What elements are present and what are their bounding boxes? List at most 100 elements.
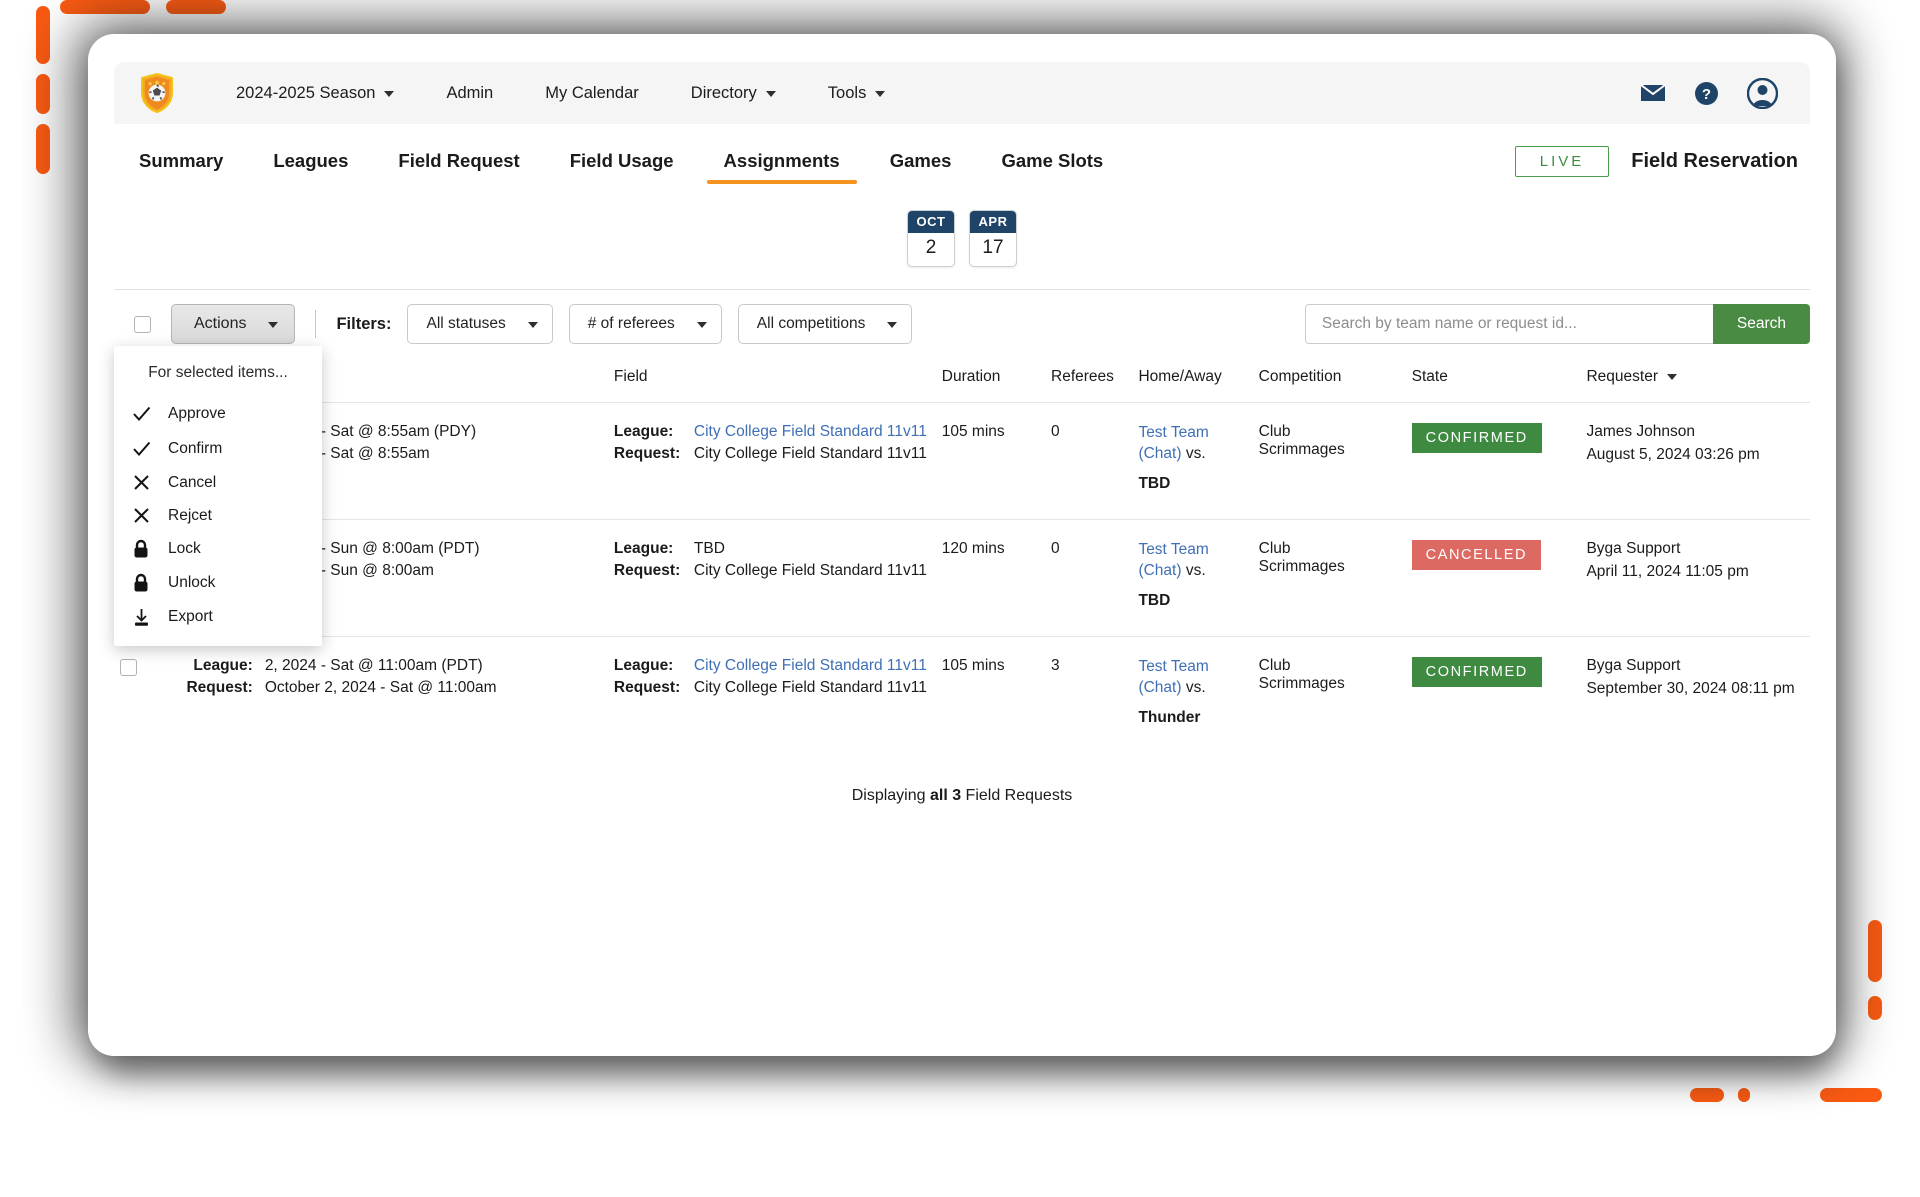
tab-field-request[interactable]: Field Request [373, 124, 544, 198]
tab-game-slots[interactable]: Game Slots [976, 124, 1128, 198]
nav-season[interactable]: 2024-2025 Season [210, 84, 420, 103]
col-header-referees[interactable]: Referees [1045, 358, 1132, 403]
filter-competitions-label: All competitions [756, 315, 866, 332]
row-state-cell: CONFIRMED [1405, 402, 1581, 520]
app-window: 2024-2025 Season Admin My Calendar Direc… [88, 34, 1836, 1056]
menu-item-unlock[interactable]: Unlock [114, 566, 322, 600]
menu-item-confirm[interactable]: Confirm [114, 431, 322, 466]
row-referees: 0 [1045, 402, 1133, 520]
tab-field-usage[interactable]: Field Usage [545, 124, 699, 198]
table-row[interactable]: League:6, 2024 - Sat @ 8:55am (PDY)Reque… [114, 402, 1810, 520]
field-league-link[interactable]: City College Field Standard 11v11 [694, 657, 927, 674]
deco-dash [60, 0, 150, 14]
home-team-link[interactable]: Test Team (Chat) vs. [1138, 657, 1246, 699]
menu-item-export-label: Export [168, 608, 213, 625]
col-header-field[interactable]: Field [608, 358, 936, 403]
field-request-label: Request: [613, 561, 681, 579]
date-chip-end[interactable]: APR 17 [969, 210, 1017, 267]
page-title: Field Reservation [1631, 149, 1798, 172]
field-request-value: City College Field Standard 11v11 [693, 561, 927, 579]
home-team-link[interactable]: Test Team (Chat) vs. [1138, 423, 1246, 465]
requester-name: Byga Support [1586, 656, 1681, 674]
table-body: League:6, 2024 - Sat @ 8:55am (PDY)Reque… [114, 402, 1810, 753]
col-header-home-away[interactable]: Home/Away [1132, 358, 1252, 403]
account-icon[interactable] [1747, 77, 1778, 109]
table-row[interactable]: League: 2, 2024 - Sat @ 11:00am (PDT) Requ… [114, 635, 1810, 753]
menu-item-reject[interactable]: Rejcet [114, 499, 322, 532]
chevron-down-icon [1666, 374, 1677, 380]
row-league-datetime: 2, 2024 - Sat @ 11:00am (PDT) [264, 656, 483, 674]
chevron-down-icon [887, 322, 898, 328]
menu-item-cancel[interactable]: Cancel [114, 466, 322, 499]
tab-leagues[interactable]: Leagues [248, 124, 373, 198]
tab-leagues-label: Leagues [273, 150, 349, 171]
menu-item-approve[interactable]: Approve [114, 396, 322, 431]
col-header-competition[interactable]: Competition [1253, 358, 1406, 403]
select-all-checkbox[interactable] [134, 315, 151, 333]
tab-summary[interactable]: Summary [114, 124, 248, 198]
field-league-label: League: [613, 423, 674, 440]
row-requester-cell: Byga Support April 11, 2024 11:05 pm [1580, 518, 1810, 637]
status-badge: CONFIRMED [1411, 423, 1542, 453]
nav-tools[interactable]: Tools [802, 84, 912, 103]
search-input[interactable] [1304, 304, 1713, 344]
row-checkbox[interactable] [120, 658, 137, 676]
tab-games[interactable]: Games [865, 124, 977, 198]
chevron-down-icon [527, 322, 538, 328]
deco-dash [1820, 1088, 1882, 1102]
nav-admin[interactable]: Admin [420, 84, 519, 103]
filters-label: Filters: [336, 314, 392, 333]
deco-dash [36, 124, 50, 174]
col-header-requester[interactable]: Requester [1580, 358, 1810, 403]
vs-label: vs. [1185, 444, 1206, 462]
col-header-duration[interactable]: Duration [936, 358, 1045, 403]
row-home-away: Test Team (Chat) vs. Thunder [1132, 635, 1253, 753]
vs-label: vs. [1185, 678, 1206, 696]
menu-item-confirm-label: Confirm [168, 439, 223, 457]
nav-admin-label: Admin [446, 83, 494, 102]
filter-statuses[interactable]: All statuses [407, 304, 553, 344]
help-icon[interactable]: ? [1694, 81, 1719, 106]
col-header-state[interactable]: State [1406, 358, 1581, 403]
home-team-link[interactable]: Test Team (Chat) vs. [1138, 540, 1246, 582]
actions-button-label: Actions [194, 315, 247, 332]
date-chip-start[interactable]: OCT 2 [907, 210, 955, 267]
date-chip-end-day: 17 [982, 237, 1004, 258]
nav-directory-label: Directory [690, 83, 757, 102]
field-requests-table-container: Field Duration Referees Home/Away Compet… [114, 358, 1810, 805]
menu-item-cancel-label: Cancel [168, 473, 217, 491]
menu-item-lock[interactable]: Lock [114, 532, 322, 566]
filter-referees[interactable]: # of referees [568, 304, 722, 344]
row-competition: Club Scrimmages [1252, 635, 1406, 753]
soccer-shield-logo[interactable] [140, 73, 174, 113]
tab-field-request-label: Field Request [398, 150, 520, 171]
nav-my-calendar[interactable]: My Calendar [519, 84, 665, 103]
nav-directory[interactable]: Directory [665, 84, 802, 103]
requester-name: Byga Support [1586, 539, 1681, 557]
screenshot-root: 2024-2025 Season Admin My Calendar Direc… [0, 0, 1920, 1197]
date-chip-end-month: APR [970, 211, 1016, 233]
menu-item-unlock-label: Unlock [168, 574, 216, 591]
chevron-down-icon [696, 322, 707, 328]
away-team: Thunder [1138, 708, 1201, 726]
menu-item-export[interactable]: Export [114, 600, 322, 634]
row-duration: 105 mins [935, 635, 1046, 753]
field-requests-table: Field Duration Referees Home/Away Compet… [114, 358, 1810, 753]
field-league-label: League: [613, 539, 674, 557]
field-league-label: League: [613, 656, 674, 674]
download-icon [114, 607, 168, 627]
table-row[interactable]: League:7, 2024 - Sun @ 8:00am (PDT)Reque… [114, 518, 1810, 637]
filter-competitions[interactable]: All competitions [737, 304, 913, 344]
row-field-cell: League: City College Field Standard 11v11… [607, 635, 936, 753]
field-league-link[interactable]: City College Field Standard 11v11 [694, 423, 927, 440]
actions-button[interactable]: Actions [171, 304, 296, 344]
result-count-suffix: Field Requests [961, 786, 1073, 804]
result-count-emphasis: all 3 [929, 786, 962, 804]
tab-assignments[interactable]: Assignments [699, 124, 865, 198]
check-icon [114, 403, 168, 424]
mail-icon[interactable] [1640, 83, 1666, 103]
check-icon [114, 438, 168, 459]
search-button[interactable]: Search [1712, 304, 1810, 344]
menu-item-lock-label: Lock [168, 540, 201, 557]
nav-tools-label: Tools [827, 83, 867, 102]
